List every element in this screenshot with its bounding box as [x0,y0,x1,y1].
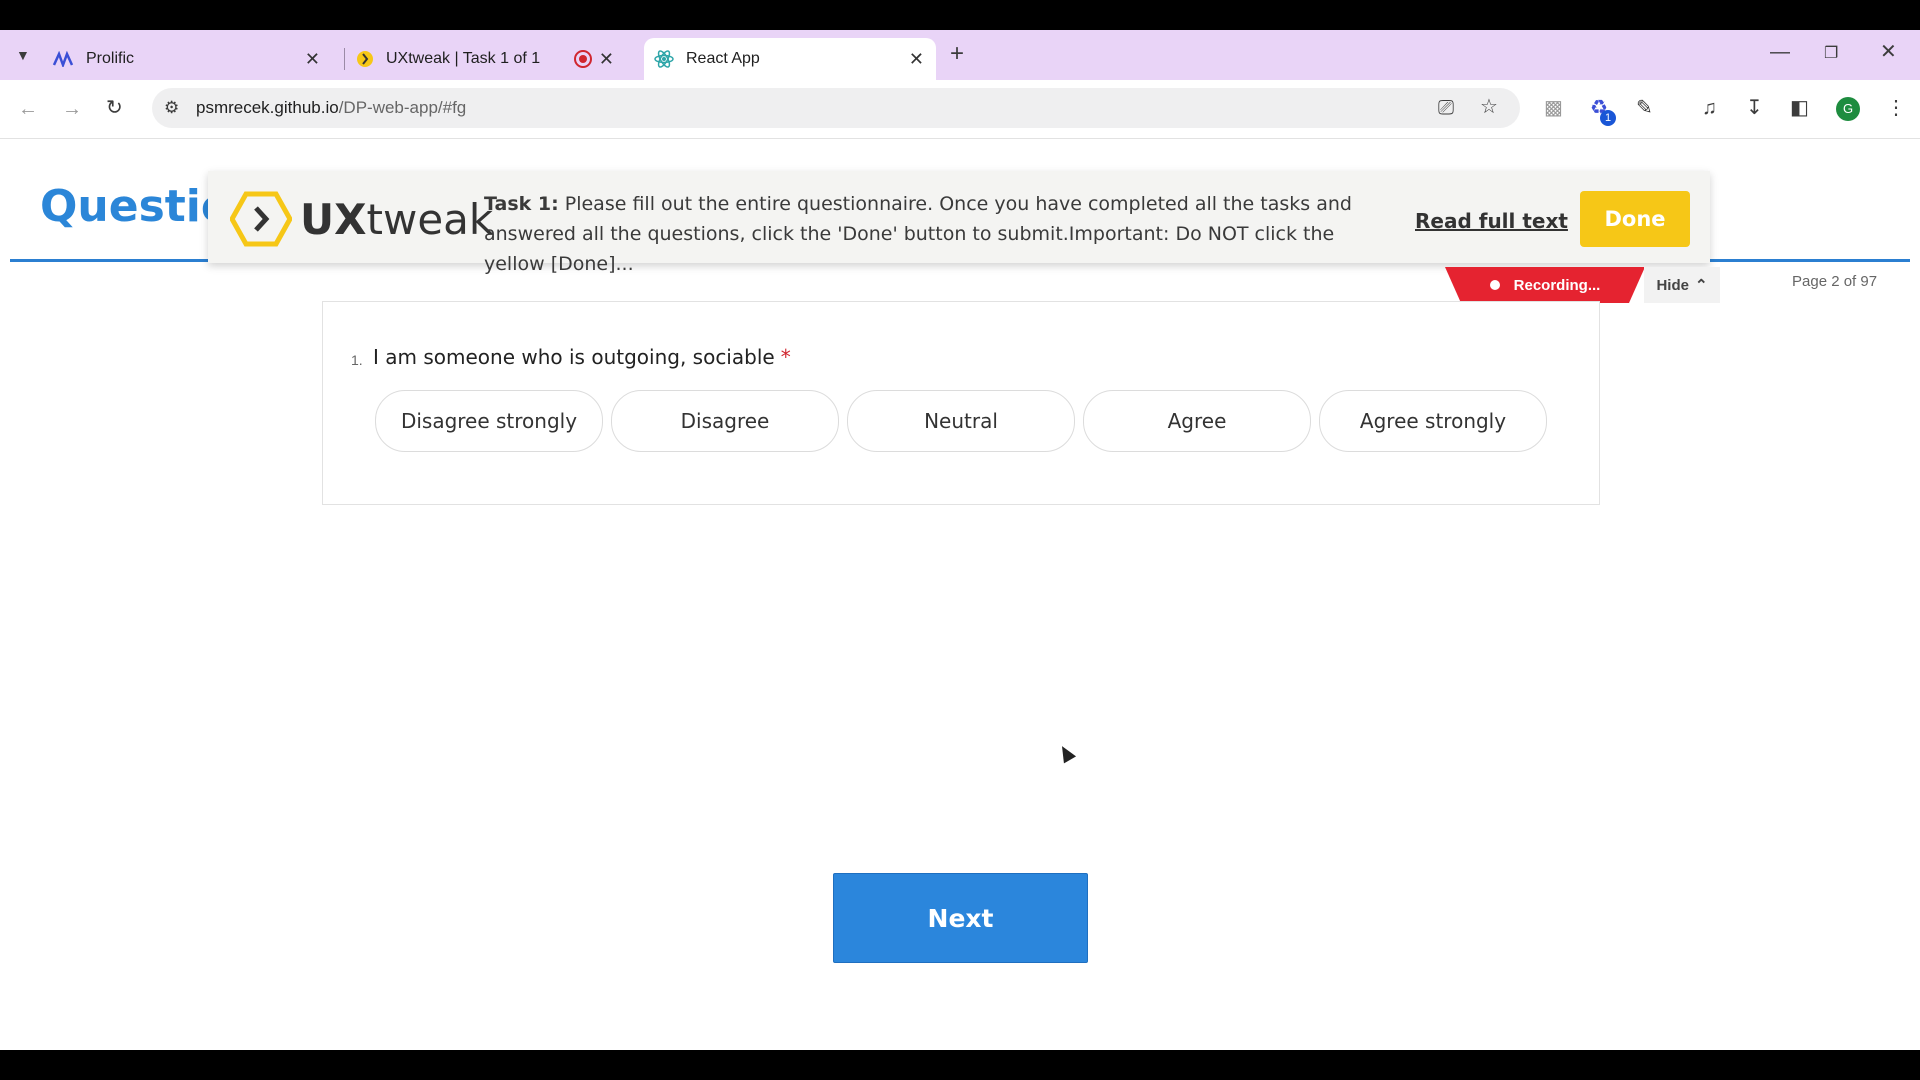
close-tab-icon[interactable]: ✕ [599,49,614,70]
option-agree-strongly[interactable]: Agree strongly [1319,390,1547,452]
react-favicon-icon [654,50,674,68]
back-icon[interactable]: ← [18,99,38,119]
uxtweak-favicon-icon [357,51,373,67]
close-window-icon[interactable]: ✕ [1880,42,1897,62]
tab-bar: ▼ Prolific ✕ UXtweak | Task 1 of 1 ✕ Rea… [0,30,1920,80]
menu-kebab-icon[interactable]: ⋮ [1886,98,1906,118]
prolific-favicon-icon [52,51,74,67]
tab-prolific[interactable]: Prolific ✕ [52,38,332,80]
question-card: 1. I am someone who is outgoing, sociabl… [322,301,1600,505]
bookmark-star-icon[interactable]: ☆ [1480,97,1498,117]
new-tab-icon[interactable]: + [950,42,964,66]
media-controls-icon[interactable]: ♫ [1702,98,1717,118]
option-disagree-strongly[interactable]: Disagree strongly [375,390,603,452]
option-neutral[interactable]: Neutral [847,390,1075,452]
question-text: I am someone who is outgoing, sociable * [373,345,791,369]
side-panel-icon[interactable]: ◧ [1790,98,1809,118]
tab-react-app[interactable]: React App ✕ [644,38,936,80]
read-full-text-link[interactable]: Read full text [1415,209,1568,233]
tab-title: UXtweak | Task 1 of 1 [386,50,541,67]
uxtweak-task-bar: UXtweak Task 1: Please fill out the enti… [208,171,1710,275]
uxtweak-logo-icon [230,191,292,247]
chevron-up-icon: ⌃ [1694,277,1708,294]
option-disagree[interactable]: Disagree [611,390,839,452]
tab-title: Prolific [86,50,135,67]
forward-icon[interactable]: → [62,99,82,119]
close-tab-icon[interactable]: ✕ [305,49,320,70]
url-text: psmrecek.github.io/DP-web-app/#fg [196,98,467,117]
next-button[interactable]: Next [833,873,1088,963]
question-number: 1. [351,352,363,368]
extensions-puzzle-icon[interactable]: ✎ [1636,98,1653,118]
site-settings-icon[interactable]: ⚙ [164,98,179,118]
tab-divider [344,48,345,70]
recording-dot-icon [1489,280,1500,290]
extension-k-icon[interactable]: ▩ [1544,98,1563,118]
required-marker: * [780,345,791,369]
address-bar[interactable]: ⚙ psmrecek.github.io/DP-web-app/#fg ⎚ ☆ [152,88,1520,128]
minimize-window-icon[interactable]: — [1770,42,1790,62]
browser-toolbar: ← → ↻ ⚙ psmrecek.github.io/DP-web-app/#f… [0,80,1920,139]
hide-button[interactable]: Hide ⌃ [1644,267,1720,303]
reload-icon[interactable]: ↻ [106,98,123,118]
tab-search-chevron-icon[interactable]: ▼ [16,45,30,65]
recording-indicator-icon [574,50,592,68]
option-agree[interactable]: Agree [1083,390,1311,452]
task-description: Task 1: Please fill out the entire quest… [484,193,1352,275]
profile-avatar[interactable]: G [1836,97,1860,121]
tab-title: React App [686,50,760,67]
mouse-cursor-icon [1055,742,1077,764]
extension-badge: 1 [1600,110,1616,126]
tab-uxtweak[interactable]: UXtweak | Task 1 of 1 ✕ [356,38,626,80]
page-counter: Page 2 of 97 [1792,273,1878,290]
page-content: Questior UXtweak Task 1: Please fill out… [0,139,1920,1050]
recording-indicator: Recording... [1445,267,1645,303]
install-app-icon[interactable]: ⎚ [1438,98,1454,118]
downloads-icon[interactable]: ↧ [1746,98,1763,118]
restore-window-icon[interactable]: ❐ [1824,44,1838,64]
done-button[interactable]: Done [1580,191,1690,247]
close-tab-icon[interactable]: ✕ [909,49,924,70]
uxtweak-brand: UXtweak [300,195,494,244]
